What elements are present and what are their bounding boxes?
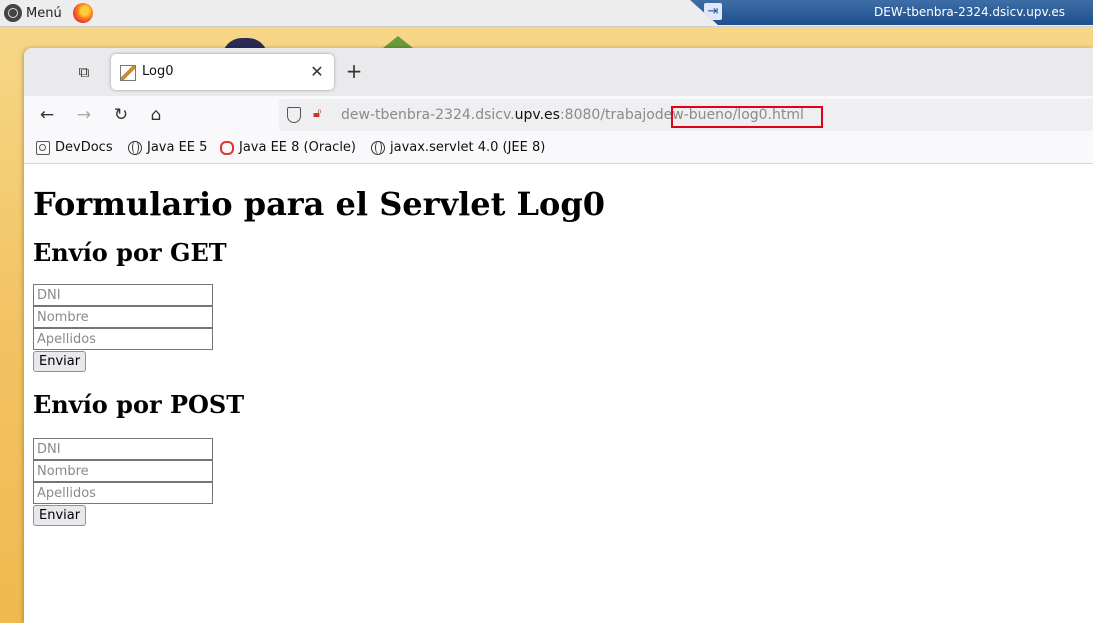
oracle-icon [220,140,234,155]
get-apellidos-input[interactable] [33,328,213,350]
get-submit-button[interactable]: Enviar [33,351,87,372]
menu-label: Menú [26,5,62,21]
home-icon[interactable]: ⌂ [145,104,167,126]
url-prefix: dew-tbenbra-2324.dsicv. [341,107,515,123]
bookmarks-toolbar: DevDocs Java EE 5 Java EE 8 (Oracle) jav… [24,134,1093,164]
url-host: upv.es [514,107,560,123]
page-title: Formulario para el Servlet Log0 [33,185,606,223]
tab-overview-icon[interactable]: ⧉ [74,63,94,81]
globe-icon [128,140,142,155]
bookmark-label: DevDocs [55,140,113,155]
get-dni-input[interactable] [33,284,213,306]
forward-arrow-icon[interactable]: → [73,104,95,126]
menu-button[interactable]: Menú [4,3,62,23]
bookmark-java-ee-8-oracle[interactable]: Java EE 8 (Oracle) [220,140,356,155]
post-form: Enviar [33,438,1083,526]
devdocs-icon [36,140,50,155]
bookmark-javax-servlet[interactable]: javax.servlet 4.0 (JEE 8) [371,140,545,155]
back-arrow-icon[interactable]: ← [36,104,58,126]
get-form: Enviar [33,284,1083,372]
post-submit-button[interactable]: Enviar [33,505,87,526]
reload-icon[interactable]: ↻ [110,104,132,126]
new-tab-icon[interactable]: + [344,60,364,82]
post-dni-input[interactable] [33,438,213,460]
get-nombre-input[interactable] [33,306,213,328]
tab-title: Log0 [142,64,174,79]
tab-strip: ⧉ Log0 ✕ + [24,48,1093,96]
top-panel: Menú ⇥ DEW-tbenbra-2324.dsicv.upv.es [0,0,1093,27]
taskbar-window-title: DEW-tbenbra-2324.dsicv.upv.es [874,5,1066,19]
globe-icon [371,140,385,155]
page-favicon-icon [120,65,136,81]
ubuntu-logo-icon [4,4,22,22]
url-highlight-box [671,106,823,128]
post-section-heading: Envío por POST [33,390,245,419]
page-content: Formulario para el Servlet Log0 Envío po… [33,164,1083,526]
tracking-shield-icon[interactable] [287,107,301,123]
get-section-heading: Envío por GET [33,238,227,267]
bookmark-label: Java EE 8 (Oracle) [239,140,356,155]
navigation-bar: ← → ↻ ⌂ 🔓︎ dew-tbenbra-2324.dsicv.upv.es… [24,96,1093,134]
post-nombre-input[interactable] [33,460,213,482]
taskbar-window-button[interactable]: ⇥ DEW-tbenbra-2324.dsicv.upv.es [690,0,1093,25]
bookmark-label: javax.servlet 4.0 (JEE 8) [390,140,546,155]
post-apellidos-input[interactable] [33,482,213,504]
bookmark-label: Java EE 5 [147,140,208,155]
remote-desktop-icon: ⇥ [704,3,722,20]
browser-window: ⧉ Log0 ✕ + ← → ↻ ⌂ 🔓︎ dew-tbenbra-2324.d… [24,48,1093,623]
bookmark-devdocs[interactable]: DevDocs [36,140,113,155]
tab-log0[interactable]: Log0 ✕ [111,54,334,90]
close-tab-icon[interactable]: ✕ [308,62,326,81]
url-bar[interactable]: 🔓︎ dew-tbenbra-2324.dsicv.upv.es:8080/tr… [279,99,1093,131]
firefox-launcher-icon[interactable] [73,3,93,23]
insecure-lock-icon[interactable]: 🔓︎ [313,107,325,120]
bookmark-java-ee-5[interactable]: Java EE 5 [128,140,207,155]
